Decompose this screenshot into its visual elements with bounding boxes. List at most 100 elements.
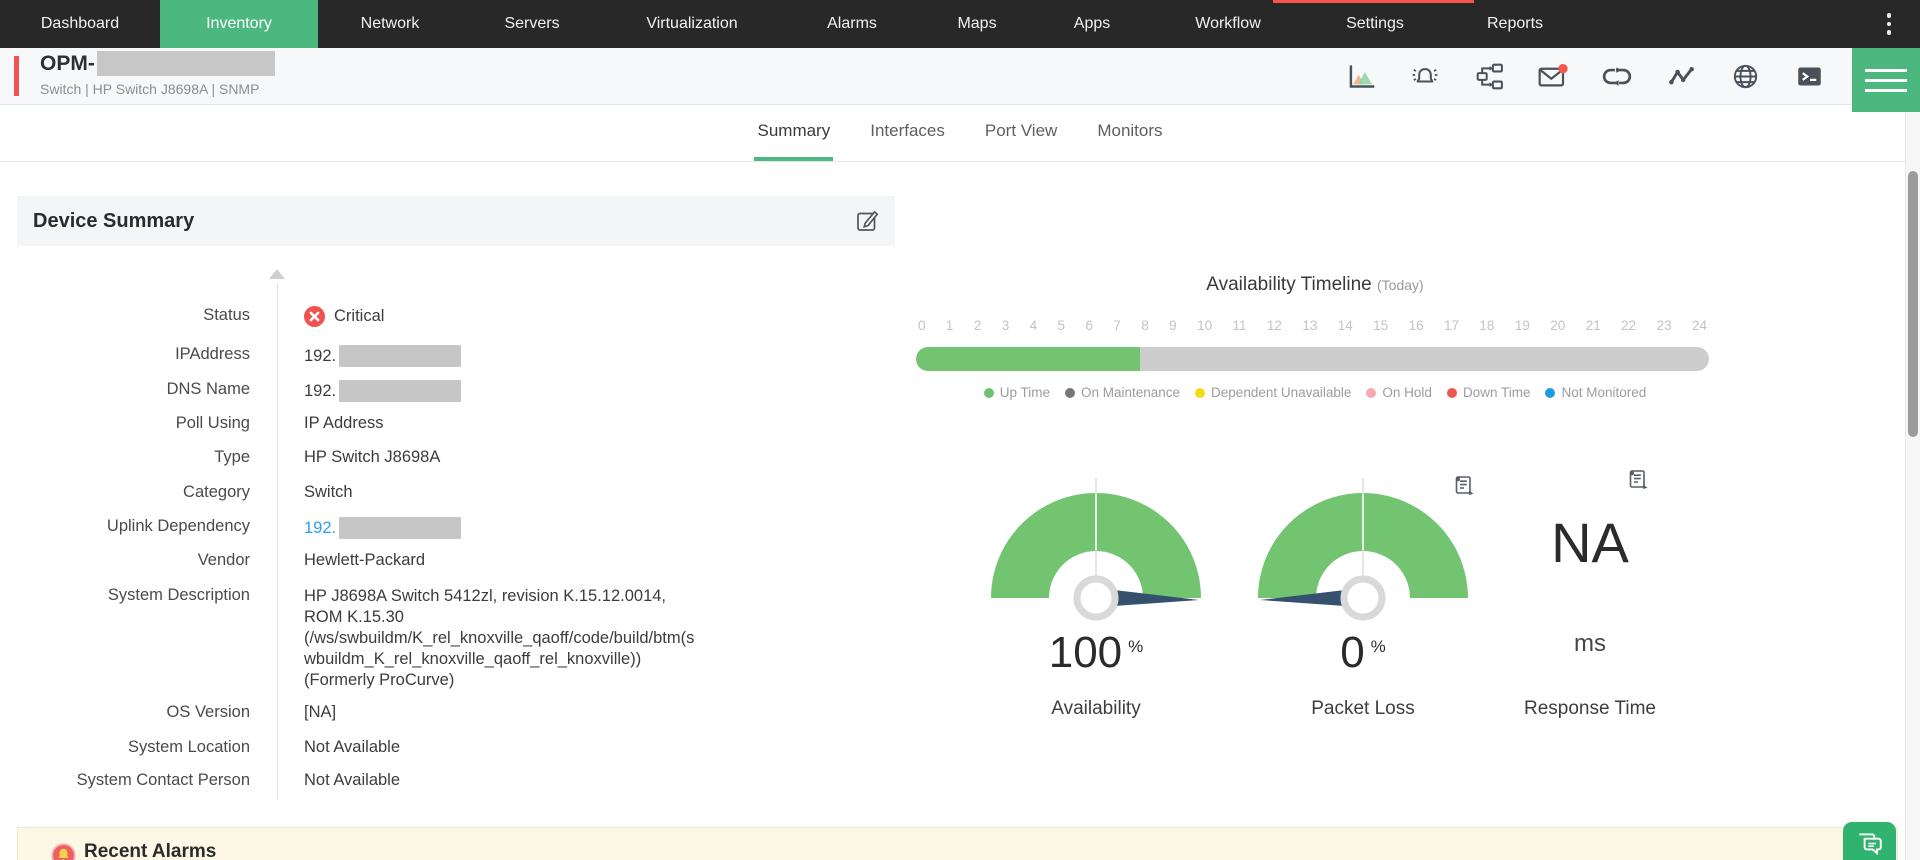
- top-nav: DashboardInventoryNetworkServersVirtuali…: [0, 0, 1920, 48]
- timeline-uptime-segment: [916, 347, 1140, 371]
- tab-summary[interactable]: Summary: [754, 104, 833, 161]
- field-label: IPAddress: [17, 345, 250, 364]
- legend-item-dependent-unavailable: Dependent Unavailable: [1195, 385, 1351, 400]
- hour-tick: 5: [1058, 318, 1066, 333]
- summary-pointer-triangle: [269, 269, 285, 279]
- tab-interfaces[interactable]: Interfaces: [867, 104, 948, 161]
- packet-loss-value: 0%: [1248, 628, 1478, 678]
- nav-item-dashboard[interactable]: Dashboard: [0, 0, 160, 48]
- hour-tick: 19: [1515, 318, 1530, 333]
- device-subtitle: Switch | HP Switch J8698A | SNMP: [40, 81, 259, 97]
- field-value: IP Address: [304, 414, 879, 433]
- nav-item-maps[interactable]: Maps: [922, 0, 1032, 48]
- legend-dot: [984, 388, 994, 398]
- nav-item-alarms[interactable]: Alarms: [782, 0, 922, 48]
- field-value: Hewlett-Packard: [304, 551, 879, 570]
- redacted-value: [339, 380, 461, 402]
- field-value: HP J8698A Switch 5412zl, revision K.15.1…: [304, 586, 879, 691]
- redacted-value: [339, 345, 461, 367]
- legend-dot: [1195, 388, 1205, 398]
- export-report-icon[interactable]: [1626, 468, 1650, 492]
- device-name-redaction: [97, 51, 275, 76]
- field-value: HP Switch J8698A: [304, 448, 879, 467]
- chat-icon: [1856, 830, 1884, 856]
- field-label: System Location: [17, 738, 250, 757]
- timeline-bar[interactable]: [916, 347, 1709, 371]
- recent-alarms-title: Recent Alarms: [84, 841, 216, 860]
- field-value: 192.: [304, 517, 879, 539]
- nav-item-network[interactable]: Network: [318, 0, 462, 48]
- nav-item-settings[interactable]: Settings: [1304, 0, 1446, 48]
- legend-item-down-time: Down Time: [1447, 385, 1531, 400]
- hour-tick: 24: [1692, 318, 1707, 333]
- hour-tick: 12: [1267, 318, 1282, 333]
- mail-unread-icon[interactable]: [1538, 62, 1568, 90]
- sparkline-icon[interactable]: [1666, 62, 1696, 90]
- nav-item-inventory[interactable]: Inventory: [160, 0, 318, 48]
- nav-item-workflow[interactable]: Workflow: [1152, 0, 1304, 48]
- field-label: System Description: [17, 586, 250, 605]
- hour-tick: 7: [1113, 318, 1121, 333]
- severity-accent-bar: [14, 56, 19, 96]
- response-time-value: NA: [1490, 510, 1690, 575]
- nav-item-servers[interactable]: Servers: [462, 0, 602, 48]
- uplink-device-link[interactable]: 192.: [304, 519, 336, 538]
- field-label: System Contact Person: [17, 771, 250, 790]
- gauge-knob: [1344, 579, 1382, 617]
- nav-item-reports[interactable]: Reports: [1446, 0, 1584, 48]
- field-label: Vendor: [17, 551, 250, 570]
- hamburger-menu-button[interactable]: [1852, 48, 1920, 112]
- redacted-value: [339, 517, 461, 539]
- device-tabs: Summary Interfaces Port View Monitors: [0, 104, 1920, 162]
- response-time-label: Response Time: [1490, 698, 1690, 720]
- hour-tick: 22: [1621, 318, 1636, 333]
- alarm-bell-icon[interactable]: [1410, 62, 1440, 90]
- device-summary-header: Device Summary: [17, 196, 895, 246]
- hour-tick: 23: [1657, 318, 1672, 333]
- timeline-legend: Up TimeOn MaintenanceDependent Unavailab…: [900, 385, 1730, 400]
- hour-tick: 3: [1002, 318, 1010, 333]
- nav-item-apps[interactable]: Apps: [1032, 0, 1152, 48]
- field-value: 192.: [304, 380, 879, 402]
- edit-device-icon[interactable]: [855, 209, 879, 233]
- topology-icon[interactable]: [1474, 62, 1504, 90]
- field-value: Switch: [304, 483, 879, 502]
- field-value: Critical: [304, 306, 879, 327]
- tab-monitors[interactable]: Monitors: [1094, 104, 1165, 161]
- field-label: Status: [17, 306, 250, 325]
- field-value: Not Available: [304, 738, 879, 757]
- tab-port-view[interactable]: Port View: [982, 104, 1060, 161]
- globe-icon[interactable]: [1730, 62, 1760, 90]
- hour-tick: 4: [1030, 318, 1038, 333]
- hour-tick: 11: [1232, 318, 1246, 333]
- hour-tick: 13: [1302, 318, 1317, 333]
- hour-tick: 9: [1169, 318, 1177, 333]
- availability-label: Availability: [981, 698, 1211, 720]
- legend-item-on-hold: On Hold: [1366, 385, 1432, 400]
- field-label: Uplink Dependency: [17, 517, 250, 536]
- recent-alarms-section: Recent Alarms: [17, 827, 1898, 860]
- hour-tick: 20: [1550, 318, 1565, 333]
- device-name: OPM-: [40, 52, 95, 76]
- legend-dot: [1545, 388, 1555, 398]
- nav-item-virtualization[interactable]: Virtualization: [602, 0, 782, 48]
- loading-progress-bar: [1273, 0, 1474, 3]
- scrollbar-thumb[interactable]: [1908, 171, 1918, 437]
- legend-item-not-monitored: Not Monitored: [1545, 385, 1646, 400]
- hour-tick: 14: [1338, 318, 1353, 333]
- hour-tick: 2: [974, 318, 982, 333]
- support-chat-button[interactable]: [1843, 822, 1896, 860]
- timeline-hour-ruler: 0123456789101112131415161718192021222324: [916, 318, 1709, 333]
- performance-chart-icon[interactable]: [1346, 62, 1376, 90]
- nav-overflow-menu-icon[interactable]: [1876, 0, 1902, 48]
- field-value: 192.: [304, 345, 879, 367]
- terminal-icon[interactable]: [1794, 62, 1824, 90]
- export-report-icon[interactable]: [1452, 474, 1476, 498]
- hour-tick: 16: [1409, 318, 1424, 333]
- rediscover-loop-icon[interactable]: [1602, 62, 1632, 90]
- legend-item-up-time: Up Time: [984, 385, 1050, 400]
- response-time-unit: ms: [1490, 630, 1690, 658]
- page-scrollbar[interactable]: [1905, 112, 1920, 860]
- field-label: Category: [17, 483, 250, 502]
- availability-value: 100%: [981, 628, 1211, 678]
